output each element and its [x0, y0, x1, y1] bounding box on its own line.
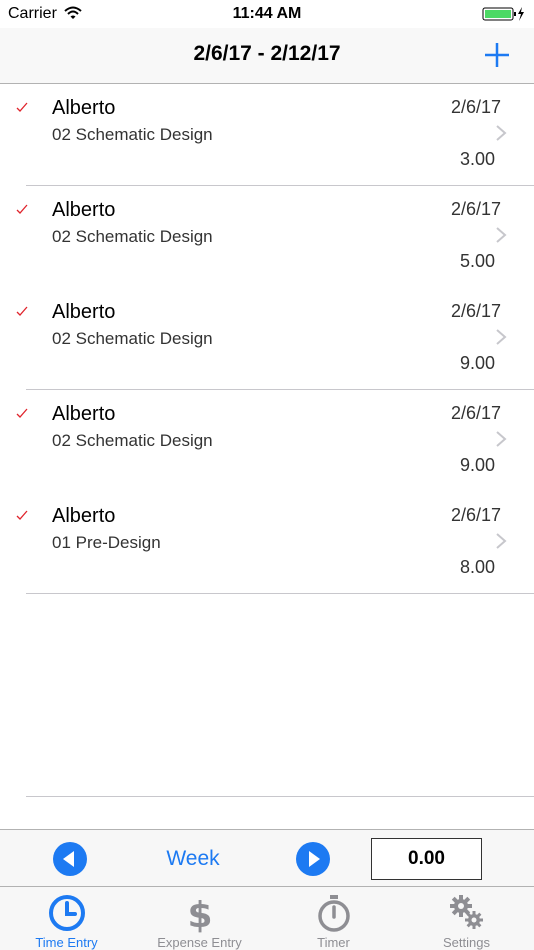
entry-date: 2/6/17	[450, 199, 501, 219]
tab-label: Time Entry	[35, 935, 98, 950]
chevron-right-icon	[496, 227, 507, 243]
tab-bar: Time Entry $ Expense Entry Timer Setting…	[0, 886, 534, 950]
row-divider	[26, 593, 534, 594]
period-selector[interactable]: Week	[150, 847, 236, 871]
entry-name: Alberto	[52, 505, 116, 527]
plus-icon[interactable]	[480, 38, 514, 72]
chevron-right-icon	[496, 125, 507, 141]
previous-week-button[interactable]	[52, 841, 88, 877]
checkmark-icon	[16, 204, 28, 214]
tab-label: Timer	[317, 935, 350, 950]
status-bar: Carrier 11:44 AM	[0, 0, 534, 28]
entry-date: 2/6/17	[450, 97, 501, 117]
tab-label: Settings	[443, 935, 490, 950]
entry-phase: 02 Schematic Design	[52, 329, 213, 348]
chevron-right-icon	[496, 431, 507, 447]
checkmark-icon	[16, 102, 28, 112]
checkmark-icon	[16, 510, 28, 520]
entry-hours: 9.00	[459, 455, 495, 475]
entry-hours: 3.00	[459, 149, 495, 169]
entry-phase: 02 Schematic Design	[52, 431, 213, 450]
checkmark-icon	[16, 408, 28, 418]
entry-name: Alberto	[52, 97, 116, 119]
entry-phase: 01 Pre-Design	[52, 533, 161, 552]
tab-expense-entry[interactable]: $ Expense Entry	[133, 887, 266, 950]
next-week-button[interactable]	[295, 841, 331, 877]
entry-hours: 8.00	[459, 557, 495, 577]
entry-name: Alberto	[52, 301, 116, 323]
list-divider	[26, 796, 534, 797]
battery-icon	[482, 7, 524, 21]
chevron-right-icon	[496, 329, 507, 345]
gears-icon	[449, 895, 483, 929]
checkmark-icon	[16, 306, 28, 316]
status-time: 11:44 AM	[232, 5, 302, 22]
entry-date: 2/6/17	[450, 403, 501, 423]
week-toolbar: Week 0.00	[0, 829, 534, 887]
entry-phase: 02 Schematic Design	[52, 125, 213, 144]
week-total-field: 0.00	[371, 838, 482, 880]
entry-date: 2/6/17	[450, 505, 501, 525]
time-entry-list: Alberto 2/6/17 02 Schematic Design 3.00 …	[0, 84, 534, 594]
chevron-right-icon	[496, 533, 507, 549]
stopwatch-icon	[317, 895, 350, 932]
entry-hours: 5.00	[459, 251, 495, 271]
svg-text:$: $	[187, 895, 212, 933]
list-item[interactable]: Alberto 2/6/17 02 Schematic Design 9.00	[0, 288, 534, 390]
tab-label: Expense Entry	[157, 935, 242, 950]
entry-name: Alberto	[52, 403, 116, 425]
tab-timer[interactable]: Timer	[267, 887, 400, 950]
entry-name: Alberto	[52, 199, 116, 221]
list-item[interactable]: Alberto 2/6/17 02 Schematic Design 3.00	[0, 84, 534, 186]
list-item[interactable]: Alberto 2/6/17 02 Schematic Design 5.00	[0, 186, 534, 288]
entry-phase: 02 Schematic Design	[52, 227, 213, 246]
tab-time-entry[interactable]: Time Entry	[0, 887, 133, 950]
entry-date: 2/6/17	[450, 301, 501, 321]
entry-hours: 9.00	[459, 353, 495, 373]
list-item[interactable]: Alberto 2/6/17 02 Schematic Design 9.00	[0, 390, 534, 492]
clock-icon	[48, 895, 85, 931]
tab-settings[interactable]: Settings	[400, 887, 533, 950]
nav-bar: 2/6/17 - 2/12/17	[0, 28, 534, 84]
dollar-icon: $	[187, 895, 212, 933]
list-item[interactable]: Alberto 2/6/17 01 Pre-Design 8.00	[0, 492, 534, 594]
page-title: 2/6/17 - 2/12/17	[193, 42, 341, 65]
